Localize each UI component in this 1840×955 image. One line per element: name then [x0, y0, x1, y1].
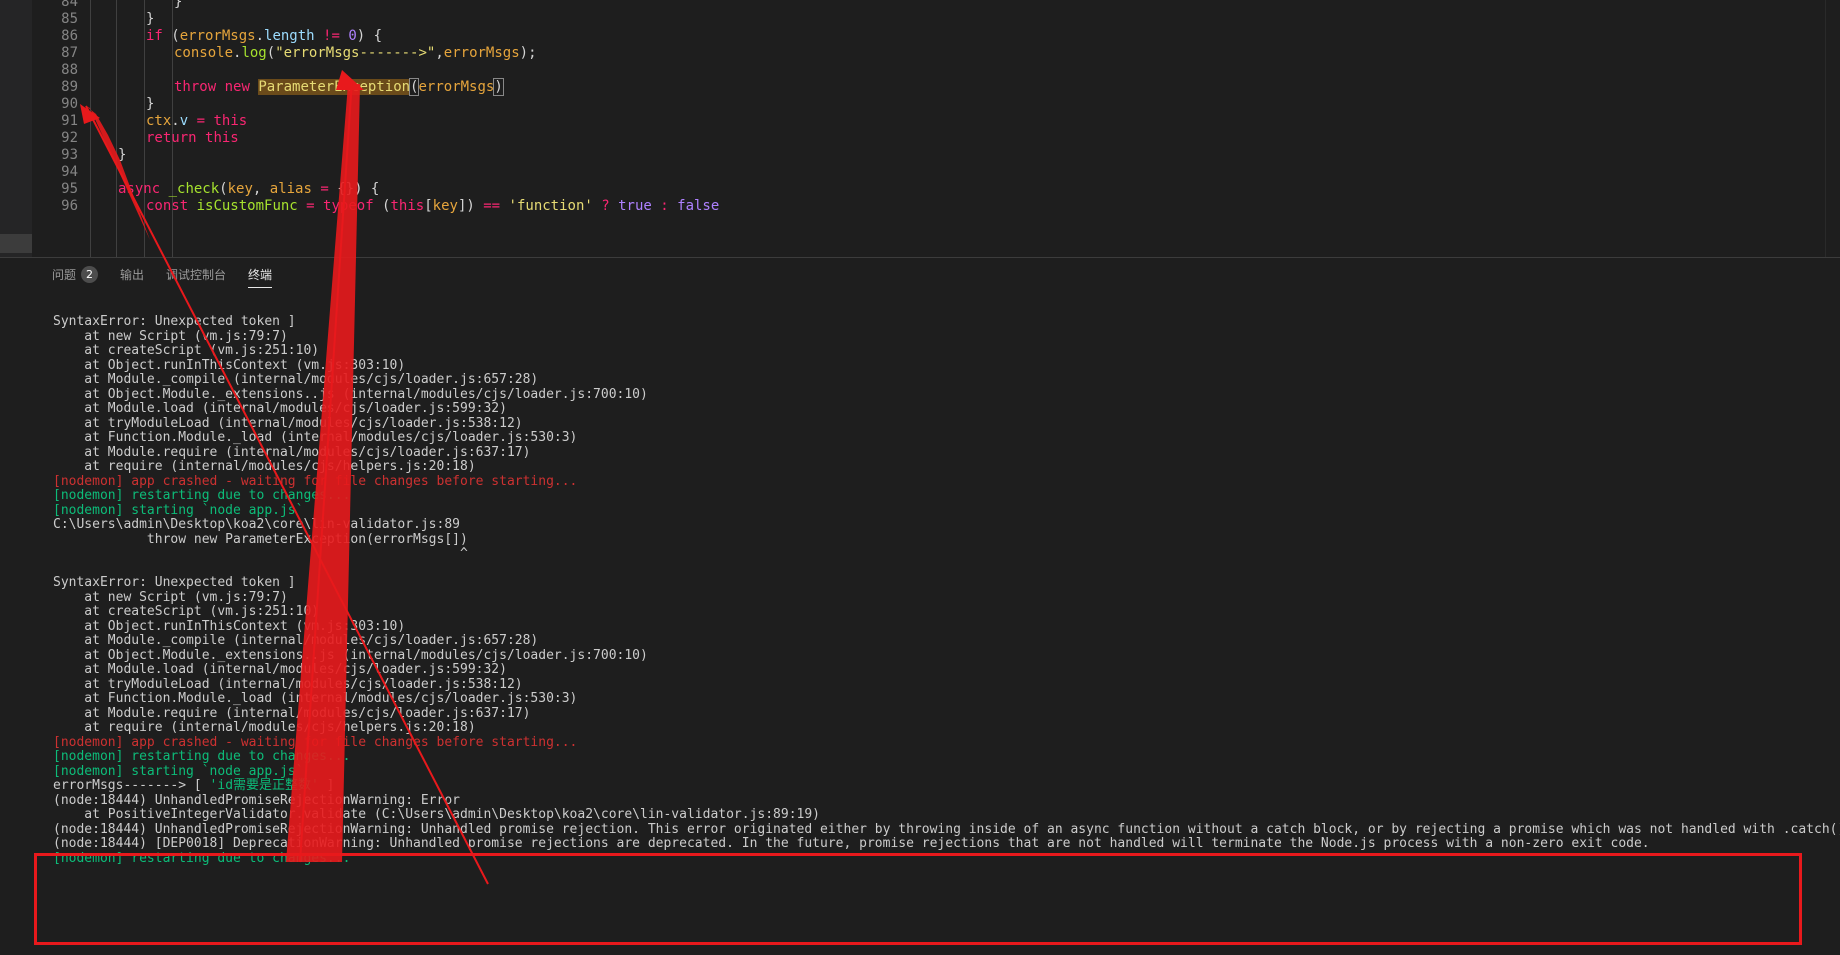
code-token: errorMsgs: [179, 28, 256, 44]
code-line[interactable]: throw new ParameterException(errorMsgs): [174, 77, 504, 97]
code-token: .: [171, 113, 180, 129]
code-line[interactable]: return this: [146, 128, 239, 148]
panel-tab-label: 输出: [120, 268, 145, 282]
code-token: key: [432, 198, 458, 214]
code-token: =: [188, 113, 214, 129]
code-token: return: [146, 130, 197, 146]
code-token: (: [266, 45, 276, 61]
code-token: v: [179, 113, 189, 129]
code-token: _check: [168, 181, 220, 197]
code-token: typeof: [323, 198, 374, 214]
code-token: length: [264, 28, 315, 44]
code-token: false: [677, 198, 720, 214]
code-token: async: [118, 181, 161, 197]
code-token: ctx: [146, 113, 172, 129]
panel-tab-0[interactable]: 问题 2: [52, 266, 99, 287]
code-token: {}) {: [337, 181, 380, 197]
code-token: !=: [314, 28, 349, 44]
code-token: this: [205, 130, 239, 146]
code-token: const: [146, 198, 189, 214]
activity-bar-active-item[interactable]: [0, 234, 32, 253]
code-token: "errorMsgs------->": [275, 45, 436, 61]
panel-tab-2[interactable]: 调试控制台: [166, 266, 226, 287]
code-token: if: [146, 28, 163, 44]
panel-tab-1[interactable]: 输出: [120, 266, 144, 287]
code-token: alias: [269, 181, 312, 197]
code-token: ?: [592, 198, 619, 214]
code-token: errorMsgs: [443, 45, 520, 61]
activity-bar: [0, 0, 32, 257]
code-editor[interactable]: 84 85 86 87 88 89 90 91 92 93 94 95 96 }} if (errorMs…: [0, 0, 1840, 257]
code-token: );: [519, 45, 537, 61]
indent-guide: [90, 0, 91, 257]
code-token: errorMsgs: [418, 79, 495, 95]
code-line[interactable]: }: [174, 0, 182, 12]
code-token: true: [618, 198, 652, 214]
panel-tab-label: 调试控制台: [166, 268, 227, 282]
panel-tab-label: 问题: [52, 268, 77, 282]
line-number: 96: [61, 198, 78, 214]
code-token: console: [174, 45, 234, 61]
code-token: =: [297, 198, 324, 214]
terminal-line-text: [nodemon] restarting due to changes...: [53, 850, 351, 866]
code-line[interactable]: console.log("errorMsgs------->",errorMsg…: [174, 43, 537, 63]
code-token: ,: [252, 181, 270, 197]
code-token: ) {: [356, 28, 383, 44]
code-token: .: [255, 28, 265, 44]
code-token: (: [373, 198, 391, 214]
code-lines[interactable]: }} if (errorMsgs.length != 0) {console.lo…: [90, 0, 1840, 257]
panel-tabs: 问题 2 输出 调试控制台 终端: [52, 266, 273, 292]
code-token: this: [390, 198, 425, 214]
code-token: ,: [435, 45, 444, 61]
code-token: 0: [348, 28, 357, 44]
terminal-output[interactable]: SyntaxError: Unexpected token ] at new S…: [53, 313, 1840, 955]
terminal-line: [nodemon] restarting due to changes...: [53, 850, 350, 867]
code-token: log: [241, 45, 267, 61]
code-token: }: [146, 96, 155, 112]
code-line[interactable]: }: [118, 145, 126, 165]
line-number-gutter: 84 85 86 87 88 89 90 91 92 93 94 95 96: [32, 0, 78, 257]
code-token: (: [219, 181, 228, 197]
code-token: this: [213, 113, 248, 129]
code-token: =: [311, 181, 338, 197]
code-token: }: [118, 147, 127, 163]
problems-count-badge: 2: [81, 266, 99, 283]
code-token: new: [224, 79, 250, 95]
code-token: }: [146, 11, 155, 27]
code-token: isCustomFunc: [196, 198, 298, 214]
terminal-line: ^: [53, 545, 468, 562]
code-token: ==: [483, 198, 501, 214]
terminal-line-text: ^: [53, 546, 468, 561]
code-token: ParameterException: [258, 79, 411, 95]
code-token: throw: [174, 79, 217, 95]
code-token: key: [227, 181, 253, 197]
screenshot-root: 84 85 86 87 88 89 90 91 92 93 94 95 96 }} if (errorMs…: [0, 0, 1840, 955]
editor-vertical-scrollbar[interactable]: [1825, 0, 1840, 257]
indent-guide: [144, 0, 145, 257]
code-token: [: [424, 198, 433, 214]
panel-tab-3[interactable]: 终端: [248, 266, 273, 288]
code-token: 'function': [508, 198, 593, 214]
code-token: :: [651, 198, 678, 214]
code-token: (: [162, 28, 180, 44]
code-token: ): [493, 78, 504, 96]
code-token: ]): [457, 198, 484, 214]
code-line[interactable]: const isCustomFunc = typeof (this[key]) …: [146, 196, 719, 216]
code-token: }: [174, 0, 183, 10]
bottom-panel: 问题 2 输出 调试控制台 终端 SyntaxError: Unexpected tok…: [0, 257, 1840, 955]
panel-tab-label: 终端: [248, 268, 273, 282]
indent-guide: [116, 0, 117, 257]
